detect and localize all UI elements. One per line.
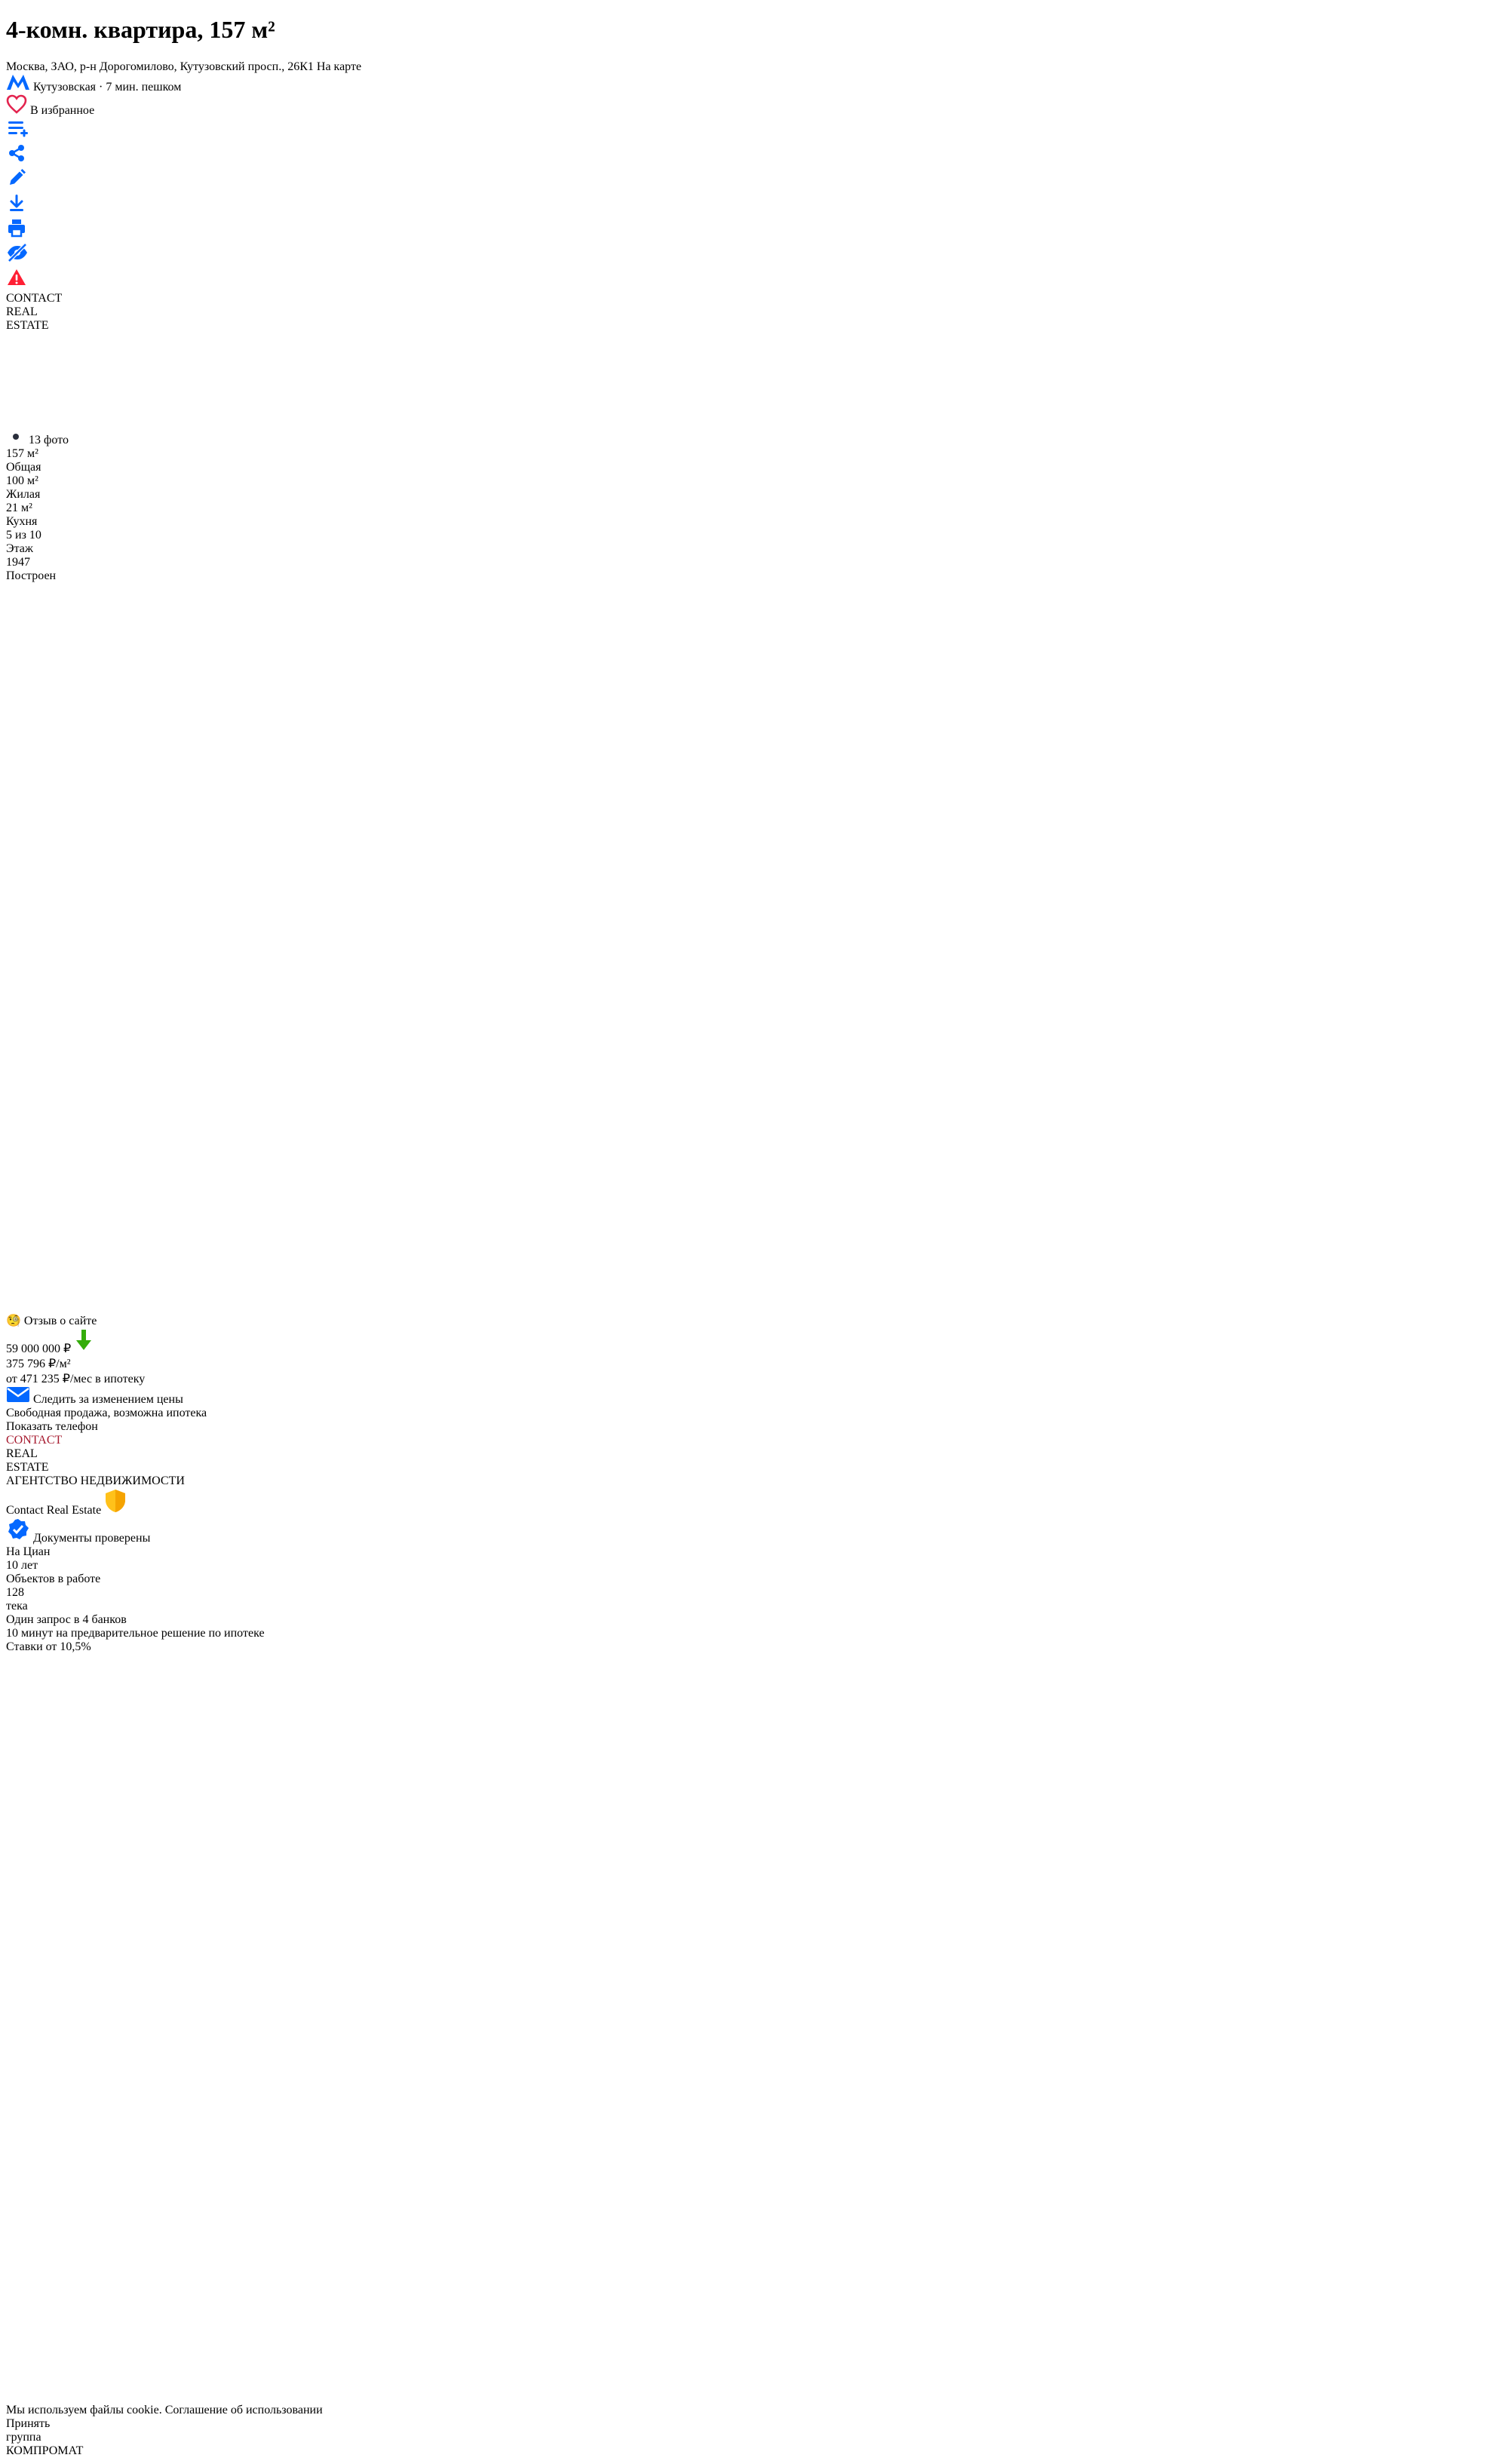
- address-row: Москва, ЗАО, р-н Дорогомилово, Кутузовск…: [6, 60, 958, 74]
- stat-year-built: 1947 Построен: [6, 556, 958, 583]
- mortgage-rates-link[interactable]: Ставки от 10,5%: [6, 1640, 523, 1654]
- cookie-banner: Мы используем файлы cookie. Соглашение о…: [6, 2404, 1498, 2431]
- agency-kind: АГЕНТСТВО НЕДВИЖИМОСТИ: [6, 1474, 185, 1488]
- agency-logo-text: CONTACT REAL ESTATE: [6, 1434, 63, 1474]
- site-feedback-button[interactable]: 🧐 Отзыв о сайте: [6, 1313, 1498, 1328]
- watermark-text: CONTACT REAL ESTATE: [6, 291, 63, 332]
- download-button[interactable]: [6, 192, 958, 217]
- agency-logo[interactable]: CONTACT REAL ESTATE: [6, 1434, 523, 1474]
- report-button[interactable]: [6, 267, 958, 292]
- edit-button[interactable]: [6, 167, 958, 192]
- main-photo[interactable]: CONTACT REAL ESTATE: [6, 292, 958, 359]
- cookie-text: Мы используем файлы cookie. Соглашение о…: [6, 2404, 1498, 2417]
- price-row: 59 000 000 ₽: [6, 1328, 523, 1356]
- stat-kitchen-area: 21 м² Кухня: [6, 502, 958, 529]
- agency-stat-objects: Объектов в работе 128: [6, 1573, 101, 1600]
- photo-count-text: 13 фото: [29, 433, 69, 446]
- agency-name[interactable]: Contact Real Estate: [6, 1504, 101, 1517]
- stat-label: Этаж: [6, 542, 33, 555]
- cookie-agreement-link[interactable]: Соглашение об использовании: [165, 2404, 323, 2416]
- camera-icon: [6, 428, 29, 446]
- documents-verified-text: Документы проверены: [33, 1532, 151, 1545]
- expand-icon[interactable]: [6, 333, 958, 359]
- stat-living-area: 100 м² Жилая: [6, 474, 958, 502]
- action-bar: В избранное: [6, 94, 958, 292]
- show-phone-button[interactable]: Показать телефон: [6, 1420, 523, 1434]
- share-icon: [6, 144, 27, 167]
- photo-watermark: CONTACT REAL ESTATE: [6, 292, 958, 333]
- stat-label: Жилая: [6, 487, 41, 501]
- compare-button[interactable]: [6, 118, 958, 143]
- report-icon: [6, 268, 27, 291]
- stat-floor: 5 из 10 Этаж: [6, 529, 958, 556]
- print-icon: [6, 219, 27, 241]
- feedback-label: Отзыв о сайте: [23, 1315, 97, 1328]
- agency-stats: На Циан 10 лет Объектов в работе 128: [6, 1545, 523, 1600]
- stat-total-area: 157 м² Общая: [6, 447, 958, 474]
- metro-icon: [6, 74, 33, 94]
- cookie-message: Мы используем файлы cookie.: [6, 2404, 162, 2417]
- shield-icon: [104, 1490, 127, 1517]
- price-down-arrow-icon: [74, 1330, 94, 1355]
- follow-price-label: Следить за изменением цены: [33, 1393, 183, 1407]
- listing-title: 4-комн. квартира, 157 м²: [6, 16, 275, 44]
- verified-badge-icon: [6, 1519, 33, 1545]
- mortgage-payment-link[interactable]: от 471 235 ₽/мес в ипотеку: [6, 1371, 523, 1386]
- stat-value: 1947: [6, 555, 30, 569]
- address-text: Москва, ЗАО, р-н Дорогомилово, Кутузовск…: [6, 60, 314, 73]
- compare-icon: [6, 121, 29, 142]
- cookie-accept-button[interactable]: Принять: [6, 2417, 1498, 2431]
- corner-watermark-small: группа: [6, 2431, 41, 2444]
- heart-icon: [6, 94, 30, 117]
- corner-watermark-main: КОМПРОМАТ: [6, 2444, 84, 2458]
- agency-stat-years: На Циан 10 лет: [6, 1545, 51, 1573]
- stat-label: Кухня: [6, 514, 38, 528]
- stat-value: 100 м²: [6, 474, 38, 487]
- edit-icon: [6, 168, 27, 192]
- price-per-meter: 375 796 ₽/м²: [6, 1358, 71, 1371]
- prev-photo-arrow-icon[interactable]: [6, 359, 958, 393]
- mortgage-decision-line: 10 минут на предварительное решение по и…: [6, 1627, 265, 1640]
- listing-stats: 157 м² Общая 100 м² Жилая 21 м² Кухня 5 …: [6, 447, 958, 556]
- print-button[interactable]: [6, 217, 958, 242]
- stat-value: 5 из 10: [6, 528, 41, 542]
- hide-button[interactable]: [6, 242, 958, 267]
- hide-icon: [6, 243, 29, 266]
- favorite-button[interactable]: В избранное: [6, 94, 958, 118]
- price-card: 59 000 000 ₽ 375 796 ₽/м² от 471 235 ₽/м…: [6, 1328, 523, 2404]
- sale-type: Свободная продажа, возможна ипотека: [6, 1407, 207, 1420]
- photo-gallery: CONTACT REAL ESTATE: [6, 292, 958, 427]
- follow-price-link[interactable]: Следить за изменением цены: [6, 1386, 523, 1407]
- stat-value: 21 м²: [6, 501, 32, 514]
- stat-value: 157 м²: [6, 446, 38, 460]
- metro-walk-time: 7 мин. пешком: [106, 80, 182, 94]
- download-icon: [6, 194, 27, 216]
- mortgage-banks-line: Один запрос в 4 банков: [6, 1613, 127, 1627]
- photo-count-badge[interactable]: 13 фото: [6, 427, 958, 447]
- documents-verified-row: Документы проверены: [6, 1517, 523, 1545]
- agency-name-row: Contact Real Estate: [6, 1488, 523, 1517]
- share-button[interactable]: [6, 143, 958, 167]
- listing-card: 4-комн. квартира, 157 м² Москва, ЗАО, р-…: [6, 16, 958, 1313]
- metro-station[interactable]: Кутузовская: [33, 81, 96, 94]
- mortgage-title: тека: [6, 1600, 28, 1613]
- stat-label: Общая: [6, 460, 41, 474]
- favorite-label: В избранное: [30, 103, 95, 117]
- envelope-icon: [6, 1387, 33, 1406]
- monocle-face-icon: 🧐: [6, 1315, 21, 1328]
- next-photo-arrow-icon[interactable]: [6, 393, 958, 427]
- metro-row: Кутузовская · 7 мин. пешком: [6, 74, 958, 94]
- metro-separator: ·: [99, 80, 103, 94]
- corner-watermark: группа КОМПРОМАТ: [6, 2431, 1498, 2458]
- price: 59 000 000 ₽: [6, 1342, 72, 1356]
- map-link[interactable]: На карте: [317, 60, 361, 73]
- stat-label: Построен: [6, 569, 57, 582]
